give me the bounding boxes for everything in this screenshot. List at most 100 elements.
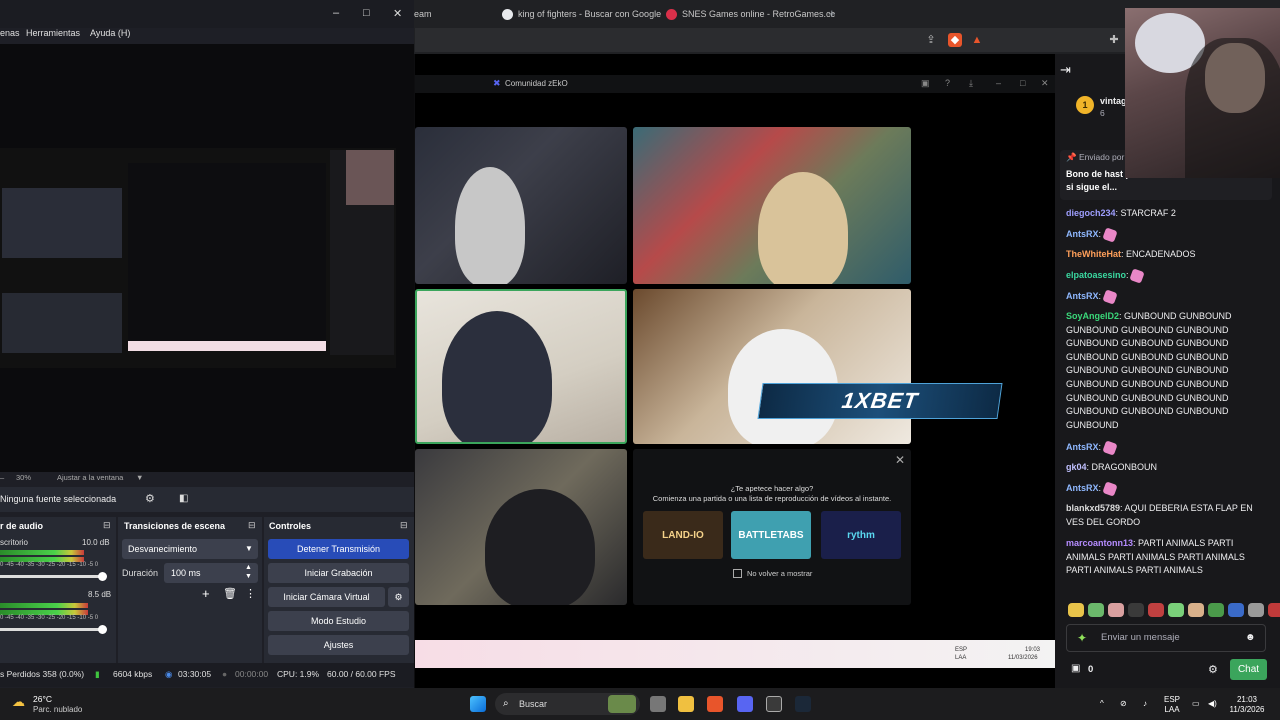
input-language[interactable]: ESP LAA xyxy=(1164,695,1180,715)
share-icon[interactable]: ⇪ xyxy=(924,33,938,47)
dropped-frames: s Perdidos 358 (0.0%) xyxy=(0,669,85,679)
emote-icon[interactable] xyxy=(1068,603,1084,617)
emote-icon[interactable] xyxy=(1128,603,1144,617)
add-icon[interactable]: + xyxy=(202,586,210,601)
emote-icon[interactable] xyxy=(1248,603,1264,617)
chevron-up-icon[interactable]: ^ xyxy=(1100,699,1104,709)
inner-layout: LAA xyxy=(955,655,967,661)
task-view-icon[interactable] xyxy=(650,696,666,712)
brave-shield-icon[interactable]: ◆ xyxy=(948,33,962,47)
feather-emote-icon xyxy=(1101,480,1118,497)
volume-meter xyxy=(0,603,88,608)
retrogames-icon xyxy=(666,8,677,20)
steam-icon[interactable] xyxy=(795,696,811,712)
participant xyxy=(485,489,595,605)
chat-username[interactable]: elpatoasesino xyxy=(1066,270,1126,280)
weather-temp[interactable]: 26°C xyxy=(33,694,52,704)
chat-username[interactable]: diegoch234 xyxy=(1066,208,1116,218)
chevron-down-icon[interactable]: ▼ xyxy=(136,473,143,482)
extensions-icon[interactable]: ✚ xyxy=(1107,33,1121,47)
gear-icon[interactable]: ⚙ xyxy=(145,492,155,505)
address-bar[interactable] xyxy=(415,28,1125,52)
volume-slider[interactable] xyxy=(0,575,106,578)
browser-tab-retrogames[interactable]: SNES Games online - RetroGames.cc xyxy=(666,3,835,25)
virtual-camera-button[interactable]: Iniciar Cámara Virtual xyxy=(268,587,385,607)
chat-settings-icon[interactable]: ⚙ xyxy=(1208,663,1218,676)
obs-icon[interactable] xyxy=(766,696,782,712)
preview-region xyxy=(2,188,122,258)
new-tab-button[interactable]: + xyxy=(828,6,836,21)
panel-menu-icon[interactable]: ⊟ xyxy=(103,520,111,531)
menu-item-tools[interactable]: Herramientas xyxy=(26,28,80,42)
volume-slider[interactable] xyxy=(0,628,106,631)
start-recording-button[interactable]: Iniciar Grabación xyxy=(268,563,409,583)
filters-icon[interactable]: ◧ xyxy=(179,493,188,504)
brave-rewards-icon[interactable]: ▲ xyxy=(970,33,984,47)
emote-picker-icon[interactable]: ☻ xyxy=(1245,632,1256,643)
activity-promo: ✕ ¿Te apetece hacer algo? Comienza una p… xyxy=(633,449,911,605)
browser-tab[interactable]: eam xyxy=(414,3,432,25)
discord-icon[interactable] xyxy=(737,696,753,712)
close-icon[interactable]: ✕ xyxy=(393,7,402,20)
volume-icon[interactable]: ◀) xyxy=(1208,699,1217,709)
game-card[interactable]: LAND-IO xyxy=(643,511,723,559)
clock[interactable]: 21:03 11/3/2026 xyxy=(1224,695,1270,715)
emote-icon[interactable] xyxy=(1188,603,1204,617)
chat-username[interactable]: AntsRX xyxy=(1066,483,1099,493)
chat-username[interactable]: gk04 xyxy=(1066,462,1087,472)
minimize-icon[interactable]: – xyxy=(333,7,339,19)
chat-message: marcoantonn13: PARTI ANIMALS PARTI ANIMA… xyxy=(1066,537,1266,578)
inner-time: 19:03 xyxy=(1025,647,1041,653)
studio-mode-button[interactable]: Modo Estudio xyxy=(268,611,409,631)
brave-icon[interactable] xyxy=(707,696,723,712)
display-icon[interactable]: ▭ xyxy=(1192,699,1200,709)
emote-icon[interactable] xyxy=(1228,603,1244,617)
chat-username[interactable]: AntsRX xyxy=(1066,442,1099,452)
chat-username[interactable]: SoyAngelD2 xyxy=(1066,311,1119,321)
trash-icon[interactable]: 🗑 xyxy=(223,587,237,600)
zoom-dropdown-icon: – xyxy=(0,473,5,482)
stop-stream-button[interactable]: Detener Transmisión xyxy=(268,539,409,559)
panel-menu-icon[interactable]: ⊟ xyxy=(400,520,408,531)
chat-username[interactable]: marcoantonn13 xyxy=(1066,538,1133,548)
windows-taskbar xyxy=(0,688,1280,720)
gear-icon[interactable]: ⚙ xyxy=(388,587,409,607)
promo-close-button[interactable]: ✕ xyxy=(895,453,905,467)
emote-icon[interactable] xyxy=(1208,603,1224,617)
zoom-level[interactable]: 30% xyxy=(16,473,31,482)
start-icon[interactable] xyxy=(470,696,486,712)
sponsor-banner: 1XBET xyxy=(757,383,1003,419)
mic-icon[interactable]: ♪ xyxy=(1143,699,1147,709)
settings-button[interactable]: Ajustes xyxy=(268,635,409,655)
panel-menu-icon[interactable]: ⊟ xyxy=(248,520,256,531)
collapse-chat-icon[interactable]: ⇥ xyxy=(1060,62,1071,78)
maximize-icon[interactable]: □ xyxy=(363,7,370,19)
volume-slider-handle[interactable] xyxy=(98,625,107,634)
chat-username[interactable]: AntsRX xyxy=(1066,291,1099,301)
clock-time: 21:03 xyxy=(1236,695,1258,704)
network-off-icon[interactable]: ⊘ xyxy=(1120,699,1127,709)
emote-icon[interactable] xyxy=(1268,603,1280,617)
menu-item[interactable]: enas xyxy=(0,28,20,42)
dont-show-checkbox[interactable] xyxy=(733,569,742,578)
emote-icon[interactable] xyxy=(1148,603,1164,617)
chat-send-button[interactable]: Chat xyxy=(1230,659,1267,680)
fit-window[interactable]: Ajustar a la ventana xyxy=(57,473,123,482)
chat-username[interactable]: AntsRX xyxy=(1066,229,1099,239)
chat-message: AntsRX: xyxy=(1066,226,1266,243)
chat-username[interactable]: TheWhiteHat xyxy=(1066,249,1121,259)
volume-slider-handle[interactable] xyxy=(98,572,107,581)
emote-icon[interactable] xyxy=(1108,603,1124,617)
game-card[interactable]: BATTLETABS xyxy=(731,511,811,559)
more-icon[interactable]: ⋮ xyxy=(245,587,256,600)
emote-icon[interactable] xyxy=(1168,603,1184,617)
file-explorer-icon[interactable] xyxy=(678,696,694,712)
emote-icon[interactable] xyxy=(1088,603,1104,617)
game-card[interactable]: rythm xyxy=(821,511,901,559)
browser-tab-google[interactable]: king of fighters - Buscar con Google xyxy=(502,3,661,25)
spin-arrows-icon[interactable]: ▲ ▼ xyxy=(245,563,252,581)
leaderboard-user[interactable]: vintag xyxy=(1100,96,1127,106)
chat-username[interactable]: blankxd5789 xyxy=(1066,503,1120,513)
menu-item-help[interactable]: Ayuda (H) xyxy=(90,28,130,42)
points-icon[interactable]: ▣ xyxy=(1071,663,1080,674)
